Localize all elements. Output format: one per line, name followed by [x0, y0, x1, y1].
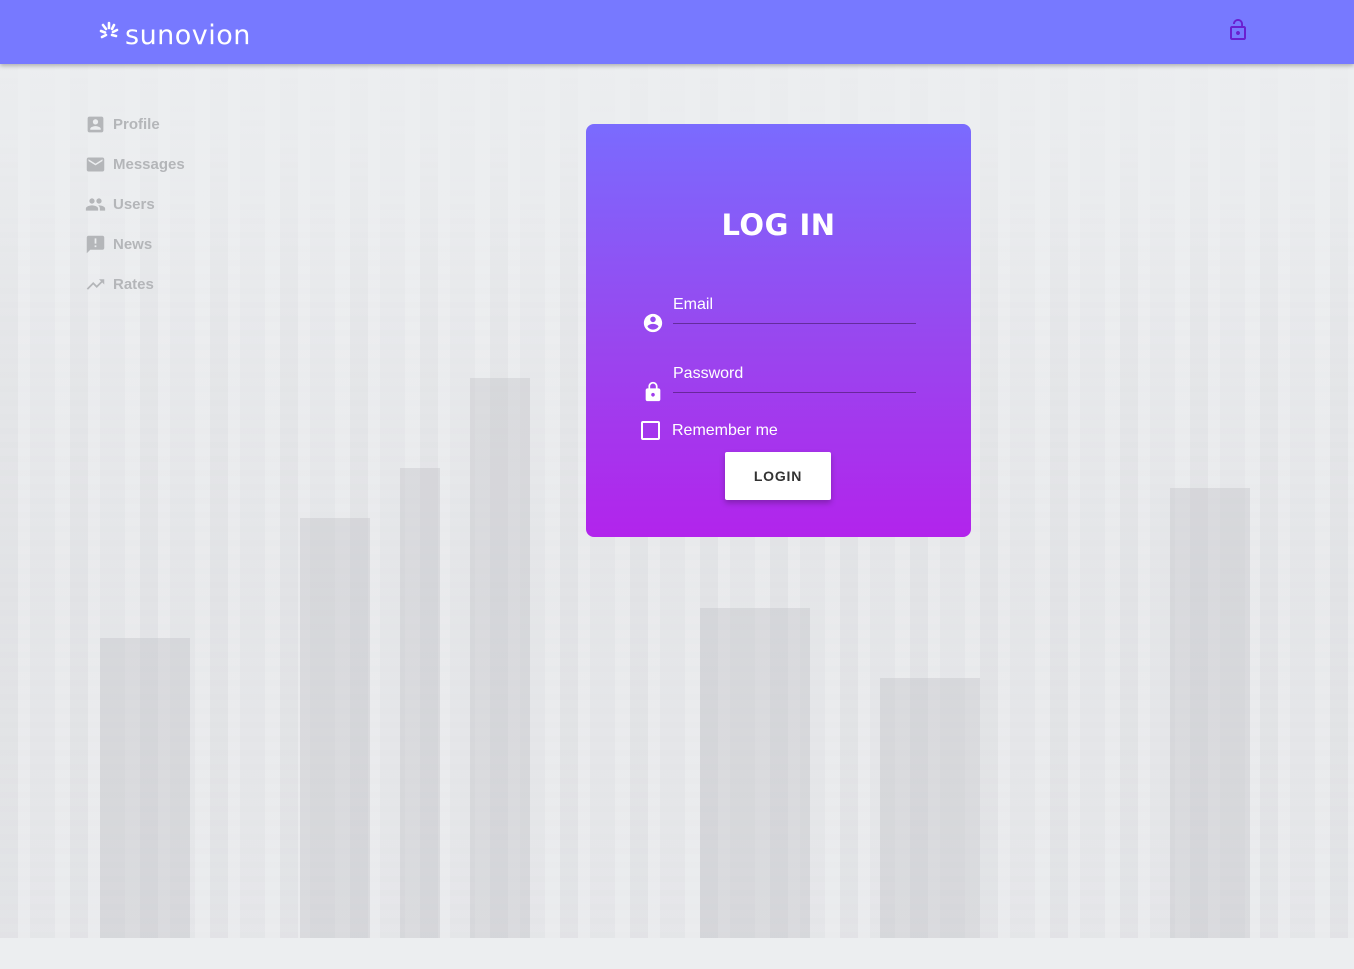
brand-name: sunovion	[125, 20, 251, 51]
sidebar-item-news[interactable]: News	[85, 224, 185, 264]
account-circle-icon	[643, 313, 663, 333]
account-box-icon	[87, 116, 104, 132]
sidebar-item-label: Profile	[113, 115, 160, 133]
email-field-group	[642, 286, 916, 334]
brand-logo[interactable]: sunovion	[97, 12, 251, 50]
sidebar-item-label: Messages	[113, 155, 185, 173]
email-field[interactable]	[673, 286, 916, 324]
sidebar-item-label: News	[113, 235, 153, 253]
password-field[interactable]	[673, 355, 916, 393]
trending-up-icon	[86, 278, 105, 290]
people-icon	[85, 197, 106, 211]
sidebar-item-label: Users	[113, 195, 155, 213]
mail-icon	[86, 157, 105, 171]
sidebar-item-messages[interactable]: Messages	[85, 144, 185, 184]
sidebar-item-users[interactable]: Users	[85, 184, 185, 224]
sidebar-item-label: Rates	[113, 275, 154, 293]
sidebar-item-profile[interactable]: Profile	[85, 104, 185, 144]
lock-icon	[645, 381, 661, 402]
lock-button[interactable]	[1226, 18, 1250, 42]
sunovion-logo-icon	[97, 20, 125, 50]
top-app-bar: sunovion	[0, 0, 1354, 64]
login-title: LOG IN	[721, 208, 836, 242]
sidebar-nav: Profile Messages Users News Rates	[85, 104, 185, 304]
announcement-icon	[86, 235, 105, 253]
lock-open-icon	[1230, 19, 1246, 40]
login-button[interactable]: LOGIN	[725, 452, 831, 500]
remember-me-label: Remember me	[672, 421, 778, 439]
footer-strip	[0, 938, 1354, 969]
login-card: LOG IN Remember me LOGIN	[586, 124, 971, 537]
password-field-group	[642, 355, 916, 403]
checkbox-box[interactable]	[641, 421, 660, 440]
remember-me-checkbox[interactable]: Remember me	[641, 421, 778, 440]
sidebar-item-rates[interactable]: Rates	[85, 264, 185, 304]
